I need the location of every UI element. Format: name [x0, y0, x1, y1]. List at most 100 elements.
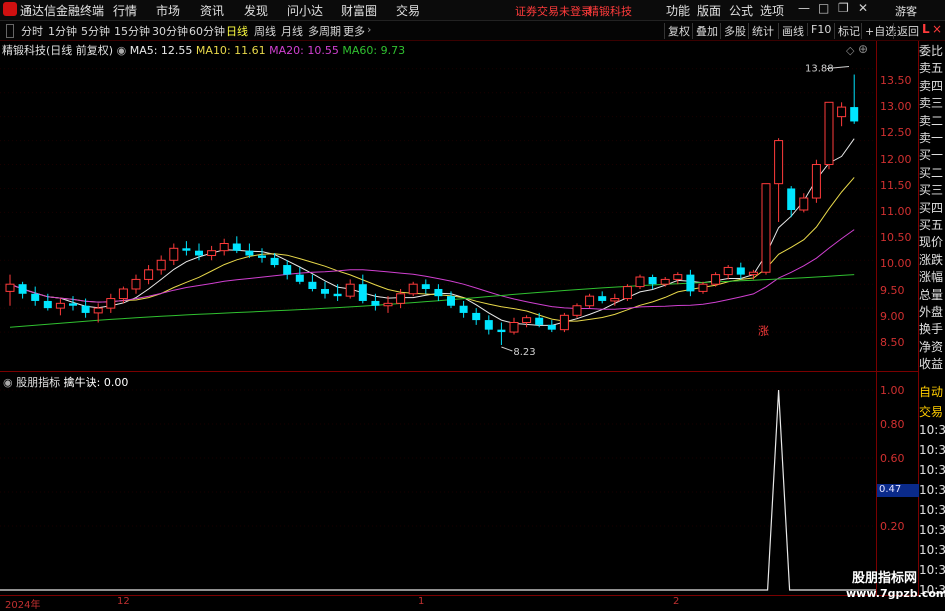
trade-login-notice[interactable]: 证券交易未登录	[515, 3, 592, 19]
menu-faxian[interactable]: 发现	[244, 2, 268, 19]
indicator-line	[0, 389, 876, 591]
quote-field-3[interactable]: 卖三	[919, 94, 943, 111]
tick-row-6[interactable]: 10:31	[919, 503, 945, 517]
menu-zixun[interactable]: 资讯	[200, 2, 224, 19]
menu-xuanxiang[interactable]: 选项	[760, 2, 784, 19]
candle-body	[333, 293, 342, 297]
quote-field-1[interactable]: 卖五	[919, 59, 943, 76]
guest-label[interactable]: 游客	[895, 3, 917, 19]
tab-weekly[interactable]: 周线	[254, 23, 276, 39]
menu-banmian[interactable]: 版面	[697, 2, 721, 19]
tick-row-2[interactable]: 10:30	[919, 423, 945, 437]
tab-fenshi[interactable]: 分时	[21, 23, 43, 39]
tick-row-4[interactable]: 10:30	[919, 463, 945, 477]
panel-close-icon[interactable]: ×	[932, 22, 942, 36]
menu-caifuquan[interactable]: 财富圈	[341, 2, 377, 19]
price-tick-8: 9.50	[880, 283, 905, 297]
tab-multi-period[interactable]: 多周期	[308, 23, 341, 39]
tab-5min[interactable]: 5分钟	[81, 23, 110, 39]
tool-huaxian[interactable]: 画线	[778, 23, 804, 39]
candle-body	[774, 140, 784, 185]
tick-row-5[interactable]: 10:31	[919, 483, 945, 497]
candle-body	[358, 284, 367, 301]
more-chevron-icon[interactable]: ›	[367, 23, 371, 36]
menu-jiaoyi[interactable]: 交易	[396, 2, 420, 19]
quote-field-8[interactable]: 买三	[919, 181, 943, 198]
minimize-icon[interactable]: —	[798, 1, 810, 15]
candle-body	[787, 188, 796, 210]
candle-body	[761, 183, 771, 273]
candle-body	[371, 300, 380, 306]
quote-field-4[interactable]: 卖二	[919, 112, 943, 129]
quote-field-12[interactable]: 涨跌	[919, 251, 943, 268]
tab-daily[interactable]: 日线	[226, 23, 248, 39]
quote-field-5[interactable]: 卖一	[919, 129, 943, 146]
quote-field-10[interactable]: 买五	[919, 216, 943, 233]
quote-field-18[interactable]: 收益	[919, 355, 943, 372]
tool-fuquan[interactable]: 复权	[664, 23, 690, 39]
candle-body	[295, 274, 304, 282]
menu-wenxiaoda[interactable]: 问小达	[287, 2, 323, 19]
tab-1min[interactable]: 1分钟	[48, 23, 77, 39]
indicator-tick-2: 0.60	[880, 452, 905, 465]
watermark-url: www.7gpzb.com	[846, 587, 945, 600]
tick-row-0[interactable]: 自动	[919, 383, 943, 400]
quote-field-9[interactable]: 买四	[919, 199, 943, 216]
quote-field-0[interactable]: 委比	[919, 42, 943, 59]
candle-body	[673, 274, 683, 280]
tab-more[interactable]: 更多	[343, 23, 365, 39]
tool-tongji[interactable]: 统计	[748, 23, 774, 39]
tick-row-9[interactable]: 10:31	[919, 563, 945, 577]
tool-f10[interactable]: F10	[807, 23, 831, 36]
tick-row-8[interactable]: 10:31	[919, 543, 945, 557]
tool-biaoji[interactable]: 标记	[834, 23, 860, 39]
quote-field-7[interactable]: 买二	[919, 164, 943, 181]
tab-15min[interactable]: 15分钟	[114, 23, 150, 39]
quote-field-17[interactable]: 净资	[919, 338, 943, 355]
indicator-chart[interactable]	[0, 372, 876, 595]
tool-add-favorite[interactable]: +自选	[861, 23, 896, 39]
chart-expand-icon[interactable]: ⊕	[858, 42, 868, 56]
candle-body	[572, 305, 582, 316]
tool-diejia[interactable]: 叠加	[692, 23, 718, 39]
indicator-grid	[0, 389, 876, 527]
tick-row-3[interactable]: 10:30	[919, 443, 945, 457]
xaxis-label-1: 1	[418, 596, 425, 607]
quote-field-6[interactable]: 买一	[919, 146, 943, 163]
candle-body	[232, 243, 241, 251]
tick-row-7[interactable]: 10:31	[919, 523, 945, 537]
price-tick-0: 13.50	[880, 74, 912, 87]
candle-body	[723, 266, 733, 276]
price-tick-2: 12.50	[880, 126, 912, 140]
candle-body	[383, 302, 393, 307]
menu-shichang[interactable]: 市场	[156, 2, 180, 19]
quote-field-14[interactable]: 总量	[919, 286, 943, 303]
quote-field-15[interactable]: 外盘	[919, 303, 943, 320]
toolbar-toggle-icon[interactable]	[6, 24, 14, 38]
tick-row-1[interactable]: 交易	[919, 403, 943, 420]
tool-back[interactable]: 返回	[893, 23, 919, 39]
indicator-tick-4: 0.20	[880, 520, 905, 533]
candle-body	[169, 247, 179, 261]
close-icon[interactable]: ✕	[858, 1, 868, 15]
menu-gongshi[interactable]: 公式	[729, 2, 753, 19]
candle-body	[622, 286, 632, 300]
stock-name-link[interactable]: 精锻科技	[588, 3, 632, 19]
quote-field-2[interactable]: 卖四	[919, 77, 943, 94]
tab-30min[interactable]: 30分钟	[152, 23, 188, 39]
quote-field-13[interactable]: 涨幅	[919, 268, 943, 285]
quote-field-11[interactable]: 现价	[919, 233, 943, 250]
menu-gongneng[interactable]: 功能	[666, 2, 690, 19]
price-tick-6: 10.50	[880, 231, 912, 245]
maximize-icon[interactable]: □	[818, 1, 829, 15]
tab-60min[interactable]: 60分钟	[189, 23, 225, 39]
tab-monthly[interactable]: 月线	[281, 23, 303, 39]
candle-body	[598, 296, 607, 301]
candlestick-chart[interactable]: 13.88 8.23 涨	[0, 56, 876, 370]
candle-body	[748, 271, 758, 276]
quote-field-16[interactable]: 换手	[919, 320, 943, 337]
menu-hangqing[interactable]: 行情	[113, 2, 137, 19]
restore-icon[interactable]: ❐	[838, 1, 849, 15]
tool-duogu[interactable]: 多股	[720, 23, 746, 39]
candle-body	[547, 324, 556, 330]
